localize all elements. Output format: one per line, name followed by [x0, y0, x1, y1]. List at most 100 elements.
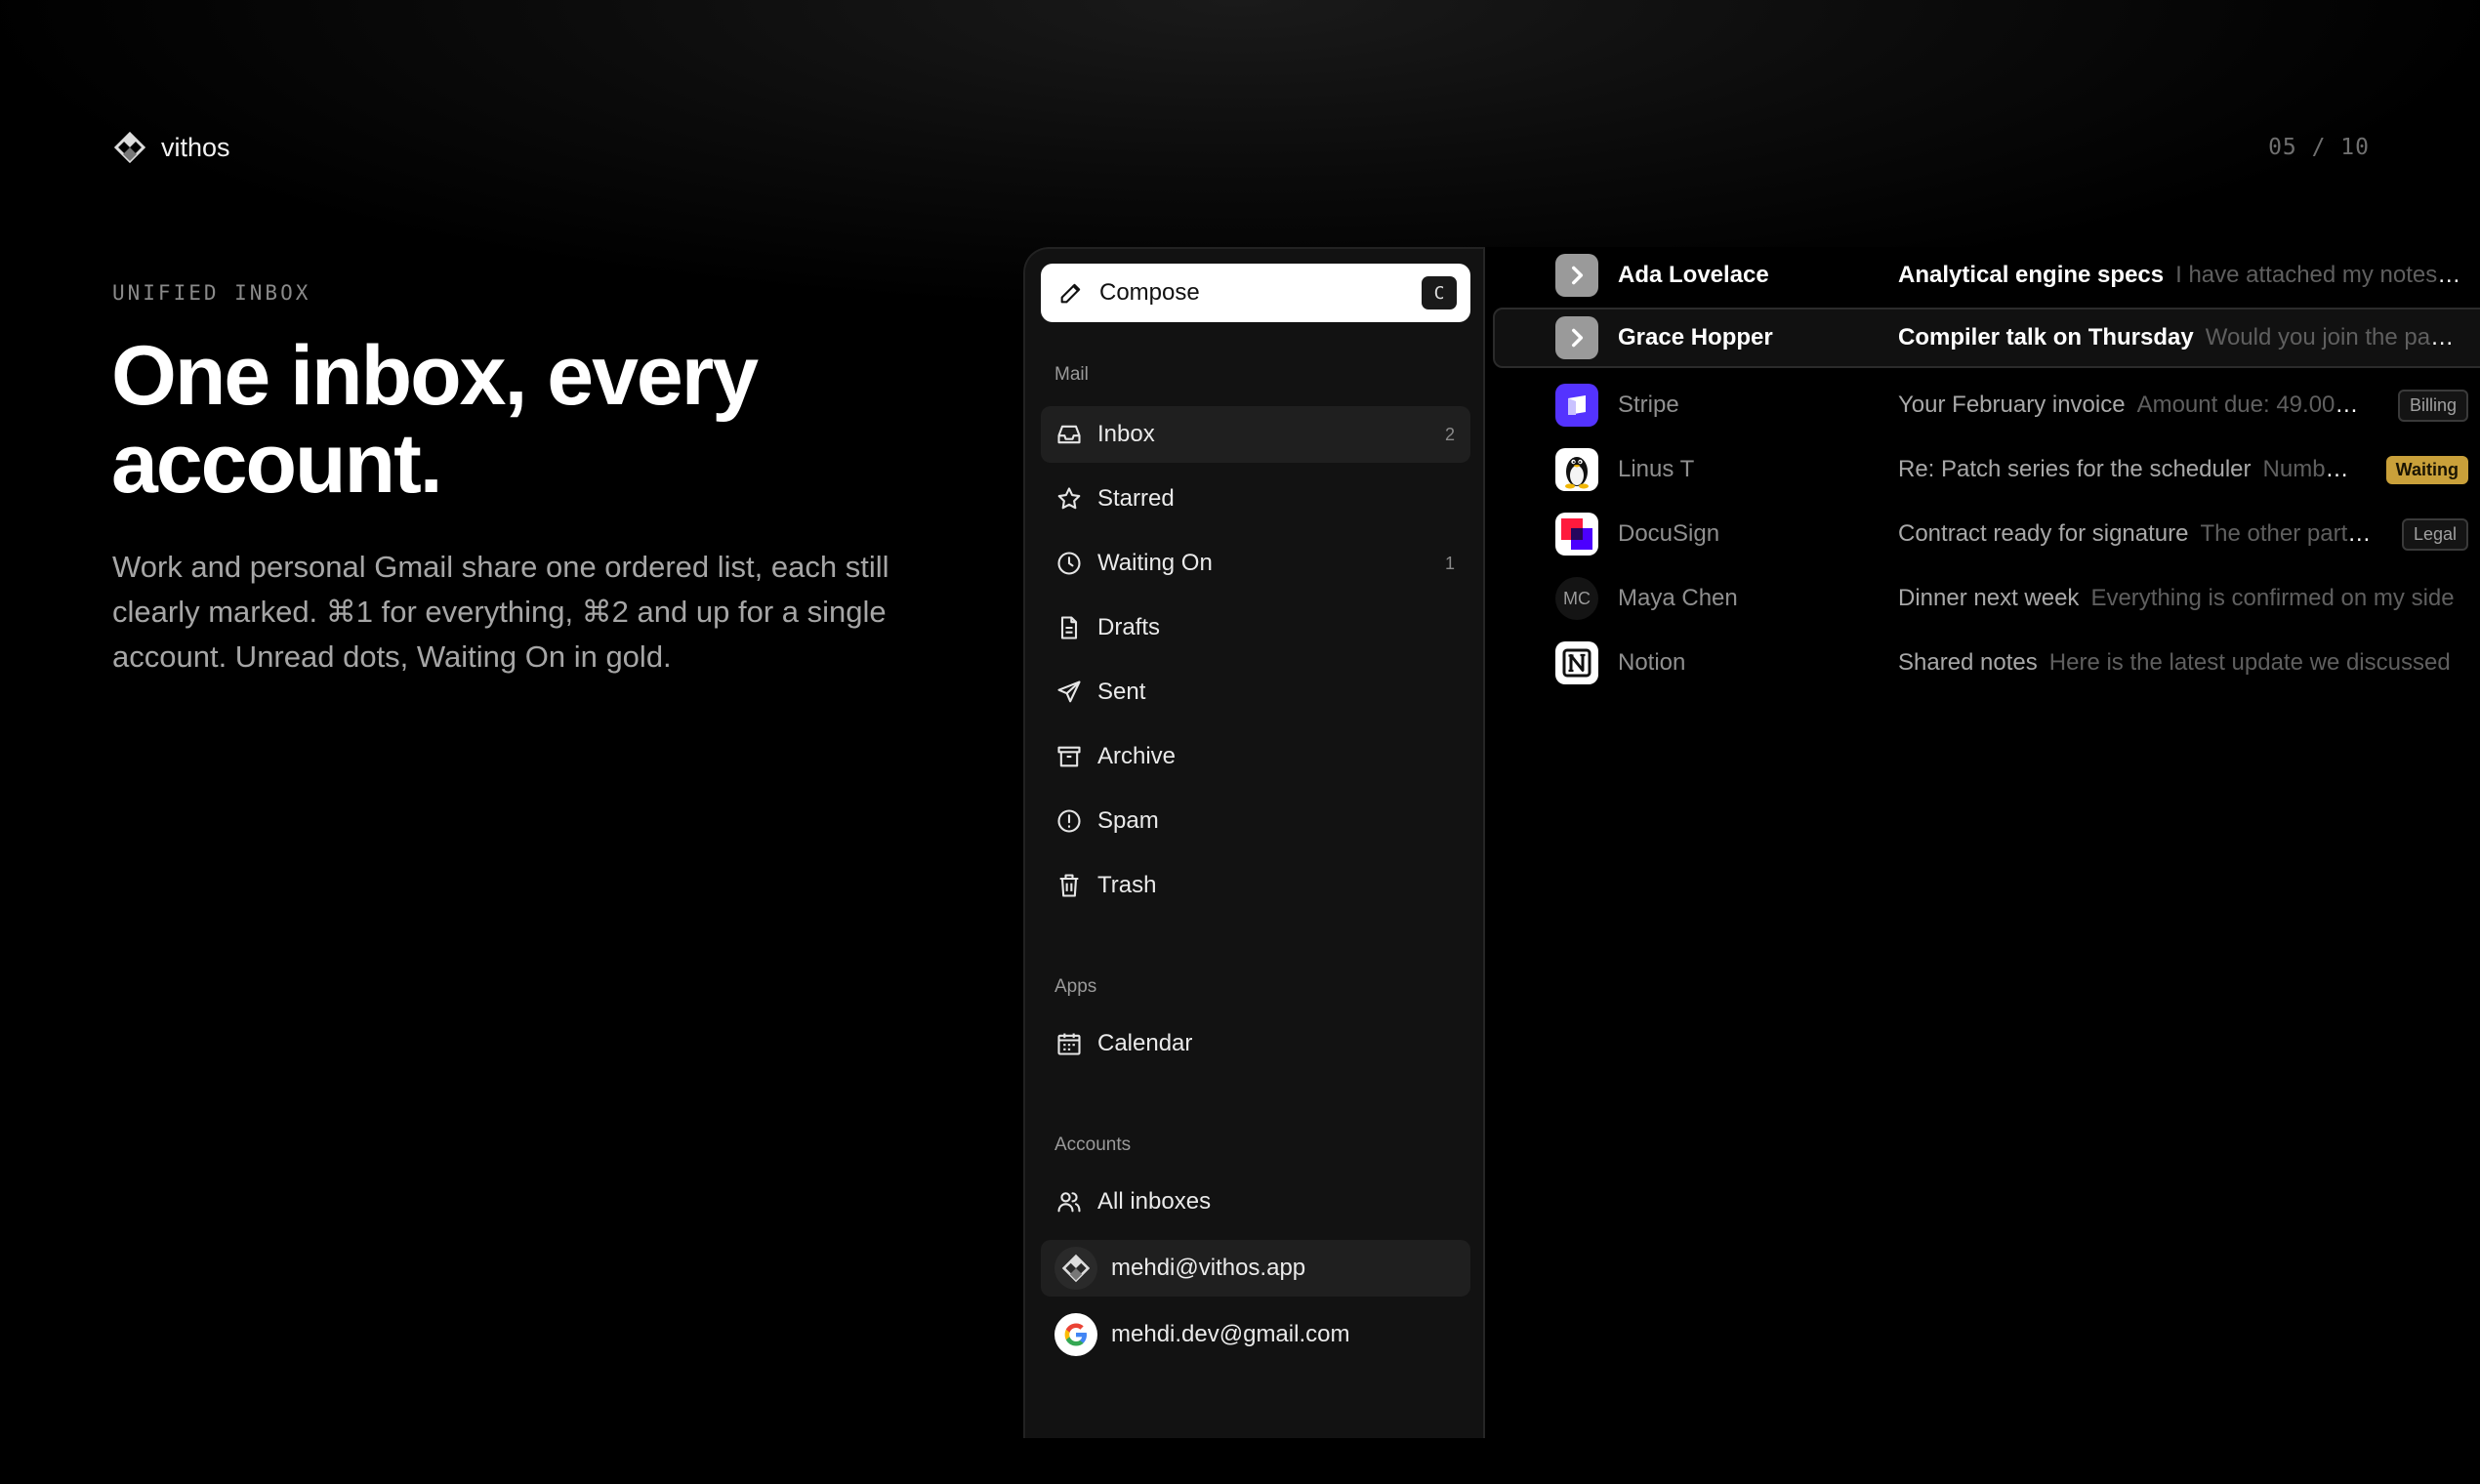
accounts-section-label: Accounts [1054, 1134, 1132, 1155]
email-preview: The other party has signed [2200, 520, 2372, 547]
nav-label: Archive [1097, 743, 1177, 769]
email-subject: Dinner next week [1898, 585, 2080, 611]
chevron-right-avatar-icon [1555, 254, 1598, 297]
email-message: Your February invoice Amount due: 49.00 U… [1898, 392, 2362, 419]
email-sender: Grace Hopper [1618, 324, 1773, 350]
email-row[interactable]: Notion Shared notes Here is the latest up… [1493, 633, 2480, 693]
email-message: Shared notes Here is the latest update we… [1898, 649, 2464, 677]
google-g-icon [1054, 1313, 1097, 1356]
chevron-right-avatar-icon [1555, 316, 1598, 359]
email-preview: I have attached my notes on the engine [2175, 262, 2464, 288]
email-message: Dinner next week Everything is confirmed … [1898, 585, 2464, 612]
nav-label: Inbox [1097, 421, 1155, 447]
account-vithos[interactable]: mehdi@vithos.app [1041, 1240, 1470, 1297]
description: Work and personal Gmail share one ordere… [112, 550, 889, 674]
label-tag[interactable]: Billing [2397, 389, 2468, 422]
compose-button[interactable]: Compose C [1041, 264, 1470, 322]
compose-label: Compose [1099, 279, 1200, 306]
slide: vithos 05 / 10 UNIFIED INBOX One inbox, … [0, 0, 2480, 1484]
email-sender: Maya Chen [1618, 585, 1738, 611]
email-row-selected[interactable]: Grace Hopper Compiler talk on Thursday Wo… [1493, 308, 2480, 368]
initials-avatar: MC [1555, 577, 1598, 620]
brand: vithos [112, 130, 230, 165]
email-preview: Everything is confirmed on my side [2090, 585, 2455, 611]
email-preview: Numbers look good [2262, 456, 2352, 482]
email-preview: Would you join the panel discussion [2205, 324, 2462, 350]
email-row[interactable]: DocuSign Contract ready for signature The… [1493, 504, 2480, 564]
email-sender: Stripe [1618, 392, 1679, 418]
nav-spam[interactable]: Spam [1041, 793, 1470, 849]
file-icon [1054, 613, 1084, 642]
email-message: Compiler talk on Thursday Would you join … [1898, 324, 2462, 351]
nav-label: Sent [1097, 679, 1146, 705]
nav-inbox[interactable]: Inbox 2 [1041, 406, 1470, 463]
apps-section-label: Apps [1054, 976, 1097, 997]
email-subject: Compiler talk on Thursday [1898, 324, 2194, 350]
nav-label: mehdi.dev@gmail.com [1111, 1321, 1350, 1347]
archive-icon [1054, 742, 1084, 771]
account-all-inboxes[interactable]: All inboxes [1041, 1174, 1470, 1230]
email-sender: DocuSign [1618, 520, 1720, 547]
calendar-icon [1054, 1029, 1084, 1058]
email-row[interactable]: Linus T Re: Patch series for the schedul… [1493, 439, 2480, 500]
docusign-logo-icon [1555, 513, 1598, 556]
nav-label: mehdi@vithos.app [1111, 1255, 1306, 1281]
headline: One inbox, every account. [111, 329, 759, 511]
email-subject: Your February invoice [1898, 392, 2126, 418]
nav-calendar[interactable]: Calendar [1041, 1015, 1470, 1072]
compose-shortcut: C [1422, 276, 1457, 309]
email-subject: Re: Patch series for the scheduler [1898, 456, 2252, 482]
nav-count: 2 [1444, 424, 1455, 444]
vithos-avatar-icon [1054, 1247, 1097, 1290]
alert-circle-icon [1054, 806, 1084, 836]
inbox-icon [1054, 420, 1084, 449]
email-row[interactable]: Ada Lovelace Analytical engine specs I ha… [1493, 247, 2480, 306]
notion-logo-icon [1555, 641, 1598, 684]
email-subject: Shared notes [1898, 649, 2038, 676]
nav-count: 1 [1444, 553, 1455, 573]
email-row[interactable]: MC Maya Chen Dinner next week Everything … [1493, 568, 2480, 629]
star-icon [1054, 484, 1084, 514]
nav-label: Trash [1097, 872, 1157, 898]
nav-starred[interactable]: Starred [1041, 471, 1470, 527]
email-list: Ada Lovelace Analytical engine specs I ha… [1485, 247, 2480, 1438]
users-icon [1054, 1187, 1084, 1216]
email-preview: Here is the latest update we discussed [2048, 649, 2451, 676]
email-message: Analytical engine specs I have attached m… [1898, 262, 2464, 289]
sidebar: Compose C Mail Inbox 2 Starred Waiting O… [1023, 247, 1485, 1438]
brand-name: vithos [161, 132, 230, 162]
email-message: Re: Patch series for the scheduler Number… [1898, 456, 2352, 483]
label-tag[interactable]: Legal [2401, 517, 2468, 551]
nav-drafts[interactable]: Drafts [1041, 599, 1470, 656]
nav-label: Waiting On [1097, 550, 1213, 576]
email-subject: Analytical engine specs [1898, 262, 2165, 288]
nav-label: Starred [1097, 485, 1175, 512]
nav-waiting-on[interactable]: Waiting On 1 [1041, 535, 1470, 592]
nav-label: Calendar [1097, 1030, 1193, 1056]
tux-penguin-icon [1555, 448, 1598, 491]
section-eyebrow: UNIFIED INBOX [112, 281, 311, 305]
email-message: Contract ready for signature The other pa… [1898, 520, 2372, 548]
email-subject: Contract ready for signature [1898, 520, 2189, 547]
email-sender: Notion [1618, 649, 1686, 676]
trash-icon [1054, 871, 1084, 900]
email-preview: Amount due: 49.00 USD [2136, 392, 2362, 418]
clock-icon [1054, 549, 1084, 578]
nav-archive[interactable]: Archive [1041, 728, 1470, 785]
nav-label: Drafts [1097, 614, 1161, 640]
slide-counter: 05 / 10 [2268, 135, 2370, 160]
mail-section-label: Mail [1054, 364, 1089, 385]
waiting-tag[interactable]: Waiting [2385, 455, 2468, 484]
mail-app-window: Compose C Mail Inbox 2 Starred Waiting O… [1023, 247, 2480, 1438]
vithos-logo-icon [112, 130, 147, 165]
nav-label: All inboxes [1097, 1188, 1212, 1215]
email-sender: Ada Lovelace [1618, 262, 1769, 288]
nav-trash[interactable]: Trash [1041, 857, 1470, 914]
account-gmail[interactable]: mehdi.dev@gmail.com [1041, 1306, 1470, 1363]
nav-label: Spam [1097, 807, 1159, 834]
email-row[interactable]: Stripe Your February invoice Amount due: … [1493, 375, 2480, 435]
pencil-icon [1056, 278, 1086, 308]
send-icon [1054, 678, 1084, 707]
email-sender: Linus T [1618, 456, 1695, 482]
nav-sent[interactable]: Sent [1041, 664, 1470, 721]
